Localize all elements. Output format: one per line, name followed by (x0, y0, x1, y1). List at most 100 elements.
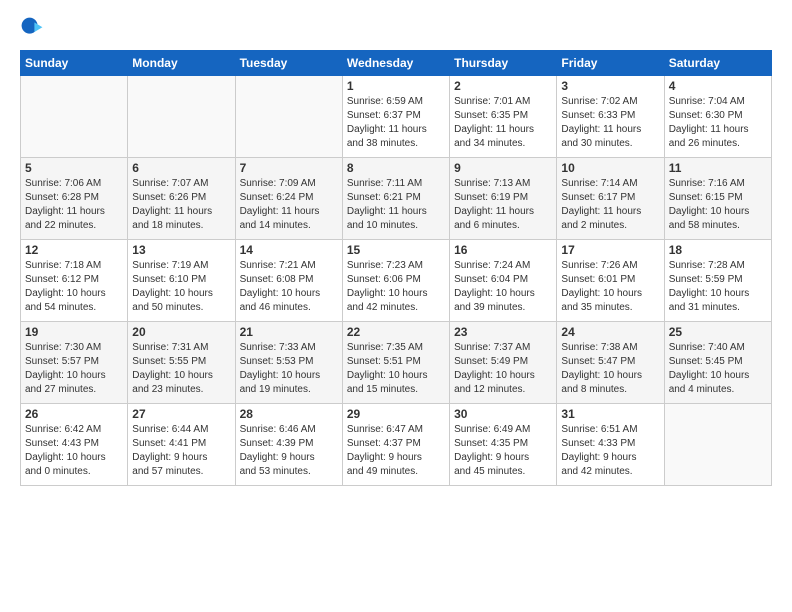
day-number: 31 (561, 407, 659, 421)
day-number: 6 (132, 161, 230, 175)
cell-content: Sunrise: 7:23 AM Sunset: 6:06 PM Dayligh… (347, 259, 445, 315)
cell-content: Sunrise: 6:44 AM Sunset: 4:41 PM Dayligh… (132, 423, 230, 479)
weekday-header: Tuesday (235, 51, 342, 76)
weekday-header: Saturday (664, 51, 771, 76)
calendar-cell: 2 Sunrise: 7:01 AM Sunset: 6:35 PM Daylig… (450, 76, 557, 158)
calendar-cell: 18 Sunrise: 7:28 AM Sunset: 5:59 PM Dayli… (664, 240, 771, 322)
calendar-cell: 11 Sunrise: 7:16 AM Sunset: 6:15 PM Dayli… (664, 158, 771, 240)
cell-content: Sunrise: 6:49 AM Sunset: 4:35 PM Dayligh… (454, 423, 552, 479)
calendar-cell: 29 Sunrise: 6:47 AM Sunset: 4:37 PM Dayli… (342, 404, 449, 486)
calendar-cell (21, 76, 128, 158)
day-number: 8 (347, 161, 445, 175)
cell-content: Sunrise: 7:11 AM Sunset: 6:21 PM Dayligh… (347, 177, 445, 233)
day-number: 21 (240, 325, 338, 339)
cell-content: Sunrise: 7:02 AM Sunset: 6:33 PM Dayligh… (561, 95, 659, 151)
cell-content: Sunrise: 7:26 AM Sunset: 6:01 PM Dayligh… (561, 259, 659, 315)
calendar-cell: 7 Sunrise: 7:09 AM Sunset: 6:24 PM Daylig… (235, 158, 342, 240)
cell-content: Sunrise: 7:09 AM Sunset: 6:24 PM Dayligh… (240, 177, 338, 233)
day-number: 17 (561, 243, 659, 257)
weekday-header: Friday (557, 51, 664, 76)
cell-content: Sunrise: 7:38 AM Sunset: 5:47 PM Dayligh… (561, 341, 659, 397)
day-number: 15 (347, 243, 445, 257)
cell-content: Sunrise: 6:42 AM Sunset: 4:43 PM Dayligh… (25, 423, 123, 479)
day-number: 27 (132, 407, 230, 421)
day-number: 13 (132, 243, 230, 257)
calendar-cell: 16 Sunrise: 7:24 AM Sunset: 6:04 PM Dayli… (450, 240, 557, 322)
weekday-header: Thursday (450, 51, 557, 76)
calendar-week-row: 26 Sunrise: 6:42 AM Sunset: 4:43 PM Dayli… (21, 404, 772, 486)
cell-content: Sunrise: 6:47 AM Sunset: 4:37 PM Dayligh… (347, 423, 445, 479)
day-number: 18 (669, 243, 767, 257)
calendar-cell: 14 Sunrise: 7:21 AM Sunset: 6:08 PM Dayli… (235, 240, 342, 322)
cell-content: Sunrise: 7:28 AM Sunset: 5:59 PM Dayligh… (669, 259, 767, 315)
day-number: 2 (454, 79, 552, 93)
cell-content: Sunrise: 7:31 AM Sunset: 5:55 PM Dayligh… (132, 341, 230, 397)
calendar-cell: 15 Sunrise: 7:23 AM Sunset: 6:06 PM Dayli… (342, 240, 449, 322)
header (20, 16, 772, 40)
cell-content: Sunrise: 7:07 AM Sunset: 6:26 PM Dayligh… (132, 177, 230, 233)
day-number: 22 (347, 325, 445, 339)
calendar-cell: 31 Sunrise: 6:51 AM Sunset: 4:33 PM Dayli… (557, 404, 664, 486)
day-number: 7 (240, 161, 338, 175)
cell-content: Sunrise: 7:14 AM Sunset: 6:17 PM Dayligh… (561, 177, 659, 233)
weekday-header: Monday (128, 51, 235, 76)
day-number: 9 (454, 161, 552, 175)
cell-content: Sunrise: 7:35 AM Sunset: 5:51 PM Dayligh… (347, 341, 445, 397)
calendar-week-row: 5 Sunrise: 7:06 AM Sunset: 6:28 PM Daylig… (21, 158, 772, 240)
cell-content: Sunrise: 7:16 AM Sunset: 6:15 PM Dayligh… (669, 177, 767, 233)
cell-content: Sunrise: 7:30 AM Sunset: 5:57 PM Dayligh… (25, 341, 123, 397)
calendar-week-row: 1Sunrise: 6:59 AM Sunset: 6:37 PM Daylig… (21, 76, 772, 158)
calendar-cell: 19Sunrise: 7:30 AM Sunset: 5:57 PM Dayli… (21, 322, 128, 404)
cell-content: Sunrise: 7:37 AM Sunset: 5:49 PM Dayligh… (454, 341, 552, 397)
calendar-cell: 25 Sunrise: 7:40 AM Sunset: 5:45 PM Dayli… (664, 322, 771, 404)
cell-content: Sunrise: 7:18 AM Sunset: 6:12 PM Dayligh… (25, 259, 123, 315)
day-number: 30 (454, 407, 552, 421)
page-container: SundayMondayTuesdayWednesdayThursdayFrid… (0, 0, 792, 496)
day-number: 25 (669, 325, 767, 339)
day-number: 16 (454, 243, 552, 257)
calendar-cell: 1Sunrise: 6:59 AM Sunset: 6:37 PM Daylig… (342, 76, 449, 158)
calendar-cell: 6 Sunrise: 7:07 AM Sunset: 6:26 PM Daylig… (128, 158, 235, 240)
day-number: 26 (25, 407, 123, 421)
calendar-cell: 23 Sunrise: 7:37 AM Sunset: 5:49 PM Dayli… (450, 322, 557, 404)
calendar-cell: 8 Sunrise: 7:11 AM Sunset: 6:21 PM Daylig… (342, 158, 449, 240)
calendar-cell: 22 Sunrise: 7:35 AM Sunset: 5:51 PM Dayli… (342, 322, 449, 404)
day-number: 12 (25, 243, 123, 257)
calendar-cell: 28Sunrise: 6:46 AM Sunset: 4:39 PM Dayli… (235, 404, 342, 486)
weekday-header: Sunday (21, 51, 128, 76)
calendar-cell (664, 404, 771, 486)
cell-content: Sunrise: 7:13 AM Sunset: 6:19 PM Dayligh… (454, 177, 552, 233)
cell-content: Sunrise: 6:46 AM Sunset: 4:39 PM Dayligh… (240, 423, 338, 479)
day-number: 14 (240, 243, 338, 257)
calendar-cell (235, 76, 342, 158)
day-number: 23 (454, 325, 552, 339)
cell-content: Sunrise: 7:40 AM Sunset: 5:45 PM Dayligh… (669, 341, 767, 397)
cell-content: Sunrise: 7:24 AM Sunset: 6:04 PM Dayligh… (454, 259, 552, 315)
calendar-cell: 20Sunrise: 7:31 AM Sunset: 5:55 PM Dayli… (128, 322, 235, 404)
calendar-cell: 9 Sunrise: 7:13 AM Sunset: 6:19 PM Daylig… (450, 158, 557, 240)
cell-content: Sunrise: 7:21 AM Sunset: 6:08 PM Dayligh… (240, 259, 338, 315)
weekday-header-row: SundayMondayTuesdayWednesdayThursdayFrid… (21, 51, 772, 76)
day-number: 11 (669, 161, 767, 175)
logo (20, 16, 48, 40)
day-number: 3 (561, 79, 659, 93)
day-number: 1 (347, 79, 445, 93)
day-number: 29 (347, 407, 445, 421)
calendar-cell: 3 Sunrise: 7:02 AM Sunset: 6:33 PM Daylig… (557, 76, 664, 158)
calendar-cell: 5 Sunrise: 7:06 AM Sunset: 6:28 PM Daylig… (21, 158, 128, 240)
calendar-cell: 30 Sunrise: 6:49 AM Sunset: 4:35 PM Dayli… (450, 404, 557, 486)
cell-content: Sunrise: 7:06 AM Sunset: 6:28 PM Dayligh… (25, 177, 123, 233)
day-number: 5 (25, 161, 123, 175)
calendar-cell: 17 Sunrise: 7:26 AM Sunset: 6:01 PM Dayli… (557, 240, 664, 322)
calendar-cell: 4Sunrise: 7:04 AM Sunset: 6:30 PM Daylig… (664, 76, 771, 158)
calendar-cell: 21Sunrise: 7:33 AM Sunset: 5:53 PM Dayli… (235, 322, 342, 404)
calendar-cell: 12 Sunrise: 7:18 AM Sunset: 6:12 PM Dayli… (21, 240, 128, 322)
logo-icon (20, 16, 44, 40)
day-number: 4 (669, 79, 767, 93)
cell-content: Sunrise: 7:01 AM Sunset: 6:35 PM Dayligh… (454, 95, 552, 151)
cell-content: Sunrise: 6:51 AM Sunset: 4:33 PM Dayligh… (561, 423, 659, 479)
calendar-cell: 27 Sunrise: 6:44 AM Sunset: 4:41 PM Dayli… (128, 404, 235, 486)
calendar-cell: 10Sunrise: 7:14 AM Sunset: 6:17 PM Dayli… (557, 158, 664, 240)
weekday-header: Wednesday (342, 51, 449, 76)
calendar-cell: 24Sunrise: 7:38 AM Sunset: 5:47 PM Dayli… (557, 322, 664, 404)
